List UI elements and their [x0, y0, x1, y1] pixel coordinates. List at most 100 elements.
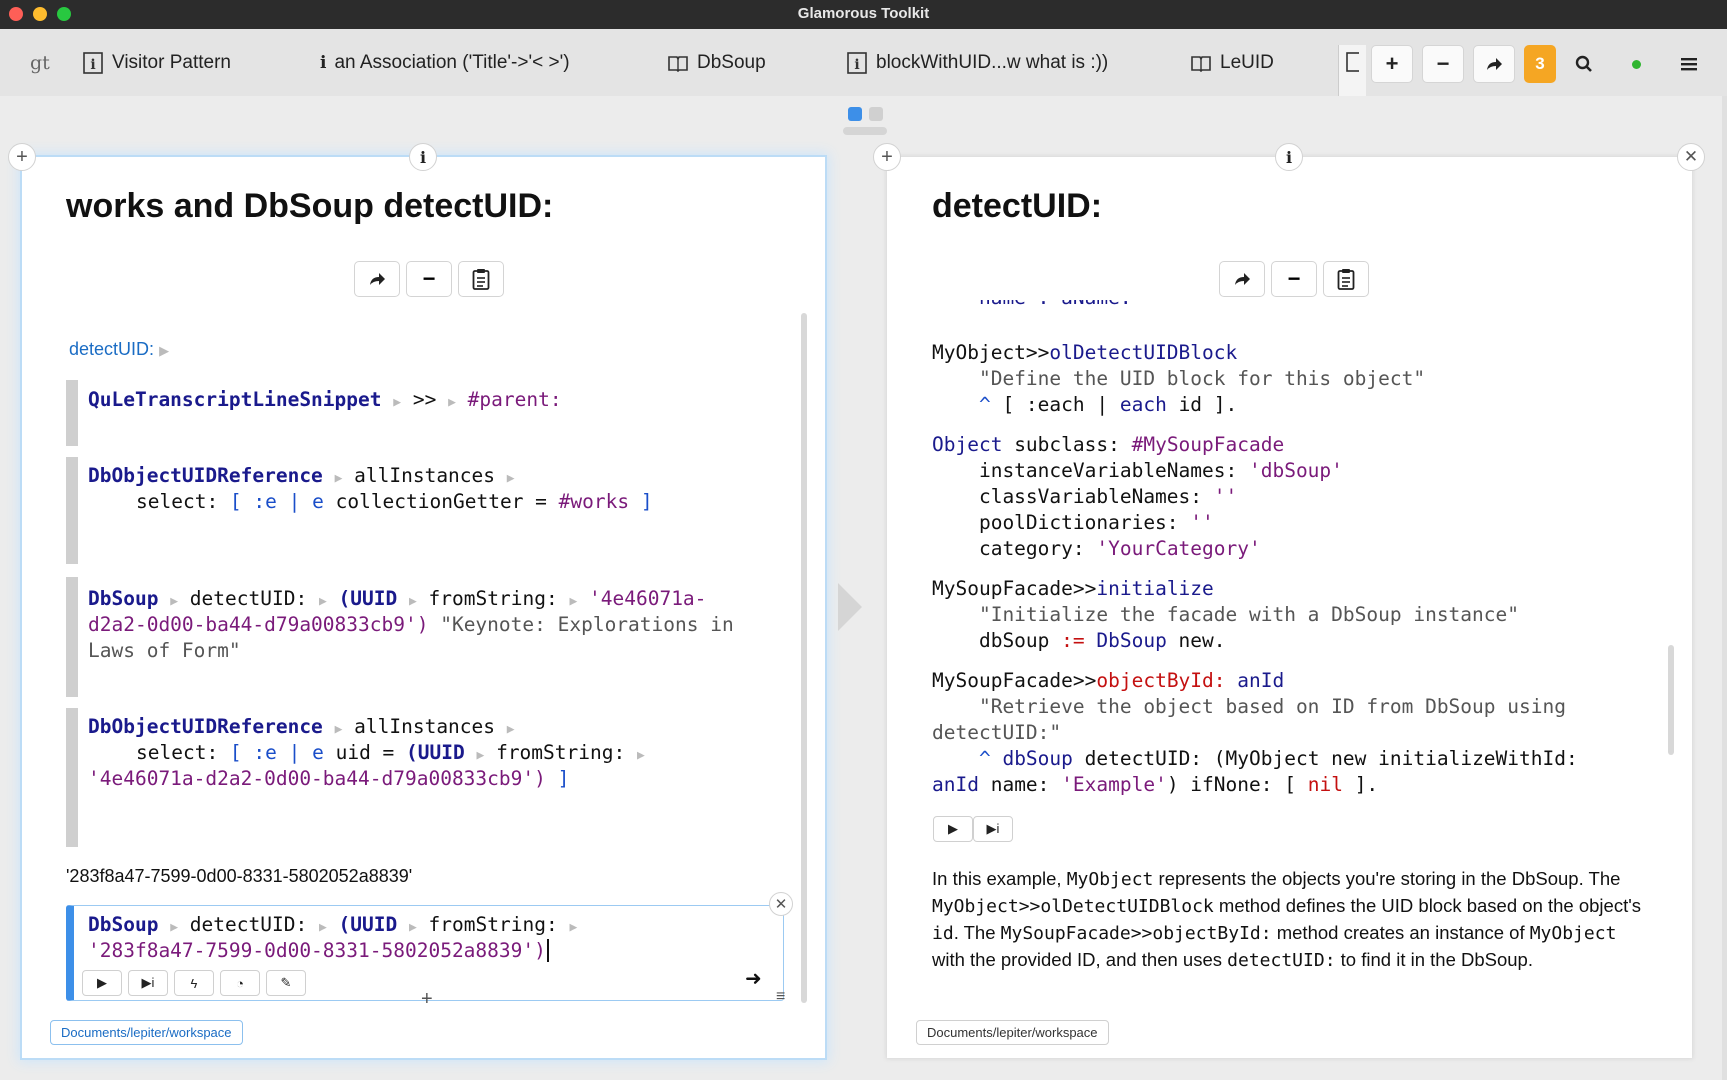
status-indicator [1615, 45, 1657, 83]
code-line[interactable]: '4e46071a-d2a2-0d00-ba44-d79a00833cb9') … [88, 766, 569, 792]
copy-button[interactable] [1323, 261, 1369, 297]
code-line[interactable]: DbSoup ▶ detectUID: ▶ (UUID ▶ fromString… [88, 586, 706, 615]
info-icon: i [1285, 147, 1293, 167]
close-window-icon[interactable] [9, 7, 23, 21]
play-inspect-button[interactable]: ▶i [128, 970, 168, 996]
page-indicator-active[interactable] [848, 107, 862, 121]
page-title: works and DbSoup detectUID: [66, 187, 554, 225]
snippet-bar[interactable] [66, 380, 78, 446]
search-button[interactable] [1563, 45, 1605, 83]
add-pane-right-button[interactable]: + [873, 143, 901, 171]
share-page-button[interactable] [1219, 261, 1265, 297]
minus-icon: − [1436, 51, 1450, 76]
profile-button[interactable]: ◔ [220, 970, 260, 996]
close-icon: ✕ [774, 896, 788, 913]
play-button[interactable]: ▶ [933, 816, 973, 842]
run-arrow-icon[interactable]: ➜ [745, 966, 762, 991]
code-block[interactable]: name : aName. MyObject>>olDetectUIDBlock… [930, 300, 1660, 850]
pane-divider-arrow-icon [838, 583, 862, 631]
code-line[interactable]: DbSoup ▶ detectUID: ▶ (UUID ▶ fromString… [88, 912, 577, 941]
page-indicator[interactable] [869, 107, 883, 121]
share-arrow-icon [370, 273, 385, 285]
snippet-menu-icon[interactable]: ≡ [776, 988, 785, 1006]
collapse-button[interactable]: − [1271, 261, 1317, 297]
tab-blockwithuid[interactable]: i blockWithUID...w what is :)) [846, 29, 1108, 96]
debug-button[interactable]: ϟ [174, 970, 214, 996]
minus-icon: − [1287, 266, 1301, 291]
code-line[interactable]: d2a2-0d00-ba44-d79a00833cb9') "Keynote: … [88, 612, 734, 638]
zoom-window-icon[interactable] [57, 7, 71, 21]
code-line[interactable]: DbObjectUIDReference ▶ allInstances ▶ [88, 463, 515, 492]
search-icon [1575, 55, 1592, 72]
info-page-icon: i [83, 51, 103, 74]
pencil-icon: ✎ [280, 975, 292, 990]
code-line[interactable]: DbObjectUIDReference ▶ allInstances ▶ [88, 714, 515, 743]
code-line[interactable]: '283f8a47-7599-0d00-8331-5802052a8839') [88, 938, 549, 964]
plus-icon: + [16, 145, 28, 168]
close-icon: ✕ [1683, 147, 1699, 166]
add-snippet-icon[interactable]: + [421, 988, 433, 1011]
right-scrollbar[interactable] [1668, 645, 1674, 755]
active-tab-overflow[interactable] [1338, 45, 1366, 96]
add-pane-left-button[interactable]: + [8, 143, 36, 171]
snippet-bar[interactable] [66, 577, 78, 697]
menu-button[interactable] [1668, 45, 1710, 83]
play-inspect-button[interactable]: ▶i [973, 816, 1013, 842]
page-title: detectUID: [932, 187, 1103, 225]
play-icon: ▶ [948, 821, 958, 836]
tab-dbsoup[interactable]: DbSoup [667, 29, 766, 96]
tab-gt[interactable]: gt [30, 29, 50, 96]
play-inspect-icon: ▶i [141, 975, 155, 990]
clipboard-icon [1337, 269, 1355, 290]
svg-text:i: i [90, 57, 95, 73]
code-line[interactable]: Laws of Form" [88, 638, 241, 664]
edit-button[interactable]: ✎ [266, 970, 306, 996]
tab-label: blockWithUID...w what is :)) [876, 51, 1109, 73]
minimize-window-icon[interactable] [33, 7, 47, 21]
tab-visitor-pattern[interactable]: i Visitor Pattern [82, 29, 231, 96]
remove-snippet-button[interactable]: ✕ [769, 892, 793, 916]
breadcrumb[interactable]: detectUID: ▶ [69, 339, 169, 360]
window-edge [1722, 96, 1727, 1080]
copy-button[interactable] [458, 261, 504, 297]
info-page-icon: i [847, 51, 867, 74]
tab-label: LeUID [1220, 51, 1274, 73]
close-pane-button[interactable]: ✕ [1677, 143, 1705, 171]
share-page-button[interactable] [354, 261, 400, 297]
snippet-bar[interactable] [66, 708, 78, 847]
notification-badge[interactable]: 3 [1524, 45, 1556, 83]
result-text: '283f8a47-7599-0d00-8331-5802052a8839' [66, 866, 413, 886]
code-line[interactable]: select: [ :e | e collectionGetter = #wor… [136, 489, 653, 515]
plus-icon: + [1385, 51, 1399, 76]
share-button[interactable] [1473, 45, 1515, 83]
book-icon [668, 55, 688, 72]
window-titlebar: Glamorous Toolkit [0, 0, 1727, 29]
pager-scrollbar[interactable] [843, 127, 887, 135]
play-button[interactable]: ▶ [82, 970, 122, 996]
explanation-paragraph: In this example, MyObject represents the… [932, 868, 1641, 971]
code-line[interactable]: select: [ :e | e uid = (UUID ▶ fromStrin… [136, 740, 645, 769]
info-button[interactable]: i [409, 143, 437, 171]
workspace-path-button[interactable]: Documents/lepiter/workspace [916, 1020, 1109, 1045]
status-dot-icon [1631, 59, 1641, 69]
minimize-tab-button[interactable]: − [1422, 45, 1464, 83]
collapse-button[interactable]: − [406, 261, 452, 297]
share-arrow-icon [1235, 273, 1250, 285]
info-button[interactable]: i [1275, 143, 1303, 171]
window-title: Glamorous Toolkit [797, 5, 930, 22]
svg-text:i: i [854, 57, 859, 73]
tab-association[interactable]: i an Association ('Title'->'< >') [320, 29, 570, 96]
tab-leuid[interactable]: LeUID [1190, 29, 1274, 96]
tab-label: Visitor Pattern [112, 51, 231, 73]
code-line[interactable]: QuLeTranscriptLineSnippet ▶ >> ▶ #parent… [88, 387, 562, 416]
lightning-icon: ϟ [190, 975, 198, 991]
new-tab-button[interactable]: + [1371, 45, 1413, 83]
tab-label: DbSoup [697, 51, 766, 73]
snippet-bar[interactable] [66, 457, 78, 564]
tab-bar: gt i Visitor Pattern i an Association ('… [0, 29, 1727, 96]
workspace-path-button[interactable]: Documents/lepiter/workspace [50, 1020, 243, 1045]
minus-icon: − [422, 266, 436, 291]
info-icon: i [419, 147, 427, 167]
clipboard-icon [472, 269, 490, 290]
left-scrollbar[interactable] [801, 313, 807, 1003]
